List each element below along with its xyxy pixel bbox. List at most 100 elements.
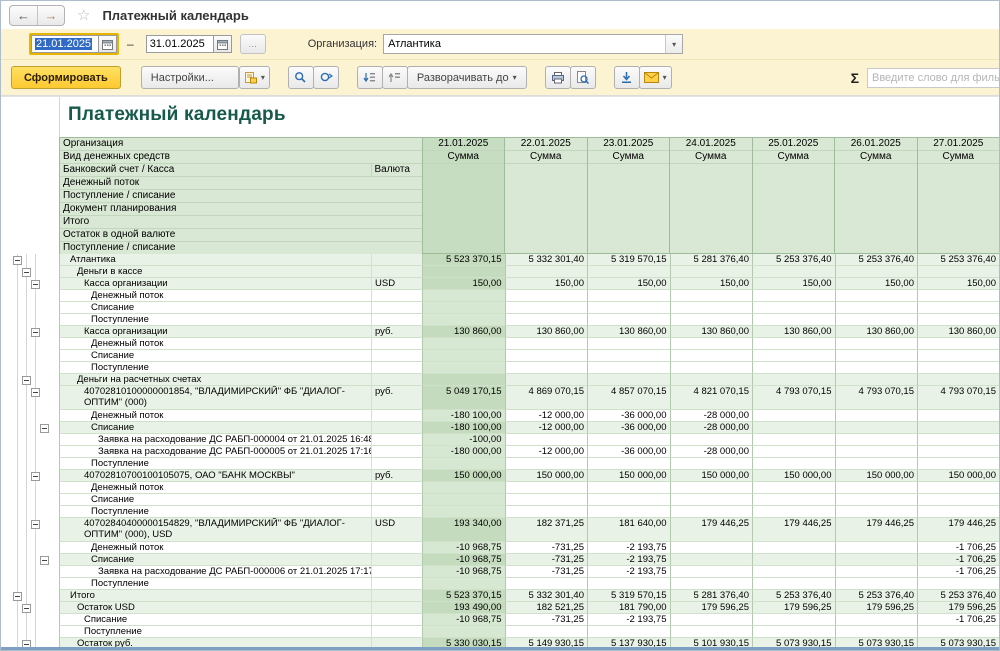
header-row[interactable]: Документ планирования [60, 203, 422, 216]
value-cell[interactable] [587, 362, 670, 374]
row-label[interactable]: Касса организации [59, 278, 371, 290]
value-cell[interactable] [422, 350, 505, 362]
value-cell[interactable]: 5 281 376,40 [670, 254, 753, 266]
collapse-icon[interactable] [22, 604, 31, 613]
row-label[interactable]: Итого [59, 590, 371, 602]
value-cell[interactable]: -731,25 [505, 566, 588, 578]
value-cell[interactable] [917, 422, 999, 434]
header-row-label[interactable]: Вид денежных средств [60, 151, 422, 163]
value-cell[interactable] [505, 578, 588, 590]
value-cell[interactable] [752, 458, 835, 470]
value-cell[interactable] [670, 542, 753, 554]
row-label[interactable]: Денежный поток [59, 290, 371, 302]
currency-cell[interactable] [371, 506, 422, 518]
value-cell[interactable]: -180 100,00 [422, 410, 505, 422]
value-cell[interactable] [835, 554, 918, 566]
value-cell[interactable]: 5 281 376,40 [670, 590, 753, 602]
value-cell[interactable]: 5 523 370,15 [422, 590, 505, 602]
value-cell[interactable] [587, 434, 670, 446]
collapse-icon[interactable] [22, 376, 31, 385]
value-cell[interactable] [752, 290, 835, 302]
currency-cell[interactable] [371, 590, 422, 602]
table-row[interactable]: Списание [1, 494, 999, 506]
value-cell[interactable] [835, 614, 918, 626]
value-cell[interactable] [917, 434, 999, 446]
header-row[interactable]: Поступление / списание [60, 190, 422, 203]
value-cell[interactable]: 181 790,00 [587, 602, 670, 614]
value-cell[interactable]: -100,00 [422, 434, 505, 446]
calendar-button-from[interactable] [99, 35, 117, 53]
currency-cell[interactable] [371, 614, 422, 626]
row-label[interactable]: Поступление [59, 458, 371, 470]
currency-cell[interactable]: руб. [371, 470, 422, 482]
currency-cell[interactable] [371, 290, 422, 302]
value-cell[interactable] [505, 290, 588, 302]
date-column-header[interactable]: 24.01.2025Сумма [669, 138, 752, 253]
value-cell[interactable] [752, 494, 835, 506]
value-cell[interactable] [835, 410, 918, 422]
value-cell[interactable]: -36 000,00 [587, 446, 670, 458]
search-button[interactable] [288, 66, 314, 89]
value-cell[interactable]: 130 860,00 [670, 326, 753, 338]
value-cell[interactable]: 5 253 376,40 [752, 590, 835, 602]
value-cell[interactable]: -2 193,75 [587, 554, 670, 566]
value-cell[interactable] [505, 314, 588, 326]
value-cell[interactable] [917, 458, 999, 470]
value-cell[interactable]: 150 000,00 [752, 470, 835, 482]
value-cell[interactable] [752, 506, 835, 518]
table-row[interactable]: Списание-10 968,75-731,25-2 193,75-1 706… [1, 614, 999, 626]
table-row[interactable]: 40702810700100105075, ОАО "БАНК МОСКВЫ"р… [1, 470, 999, 482]
column-date[interactable]: 21.01.2025 [423, 138, 505, 151]
value-cell[interactable] [835, 482, 918, 494]
value-cell[interactable] [670, 350, 753, 362]
value-cell[interactable] [752, 542, 835, 554]
value-cell[interactable]: -731,25 [505, 614, 588, 626]
table-row[interactable]: Денежный поток [1, 338, 999, 350]
value-cell[interactable] [422, 494, 505, 506]
value-cell[interactable]: -12 000,00 [505, 446, 588, 458]
value-cell[interactable] [587, 506, 670, 518]
currency-cell[interactable]: USD [371, 518, 422, 542]
table-row[interactable]: Списание-180 100,00-12 000,00-36 000,00-… [1, 422, 999, 434]
value-cell[interactable] [835, 434, 918, 446]
organization-combo[interactable]: Атлантика ▾ [383, 34, 683, 54]
value-cell[interactable] [670, 314, 753, 326]
value-cell[interactable] [670, 578, 753, 590]
value-cell[interactable]: -36 000,00 [587, 422, 670, 434]
row-label[interactable]: Денежный поток [59, 542, 371, 554]
header-row-label[interactable]: Банковский счет / Касса [60, 164, 371, 176]
value-cell[interactable]: 150,00 [670, 278, 753, 290]
value-cell[interactable] [422, 458, 505, 470]
value-cell[interactable]: 5 049 170,15 [422, 386, 505, 410]
header-row-label[interactable]: Итого [60, 216, 422, 228]
table-row[interactable]: Поступление [1, 314, 999, 326]
table-row[interactable]: Денежный поток-10 968,75-731,25-2 193,75… [1, 542, 999, 554]
value-cell[interactable] [835, 566, 918, 578]
table-row[interactable]: Поступление [1, 458, 999, 470]
value-cell[interactable] [917, 374, 999, 386]
table-row[interactable]: Денежный поток-180 100,00-12 000,00-36 0… [1, 410, 999, 422]
currency-cell[interactable] [371, 446, 422, 458]
table-row[interactable]: Денежный поток [1, 290, 999, 302]
generate-button[interactable]: Сформировать [11, 66, 121, 89]
value-cell[interactable]: 150,00 [505, 278, 588, 290]
header-row[interactable]: Денежный поток [60, 177, 422, 190]
table-row[interactable]: Итого5 523 370,155 332 301,405 319 570,1… [1, 590, 999, 602]
column-date[interactable]: 24.01.2025 [670, 138, 752, 151]
value-cell[interactable] [587, 290, 670, 302]
table-row[interactable]: 40702840400000154829, "ВЛАДИМИРСКИЙ" ФБ … [1, 518, 999, 542]
value-cell[interactable]: -12 000,00 [505, 422, 588, 434]
value-cell[interactable]: 4 793 070,15 [752, 386, 835, 410]
collapse-icon[interactable] [31, 472, 40, 481]
value-cell[interactable] [505, 302, 588, 314]
value-cell[interactable]: -10 968,75 [422, 554, 505, 566]
value-cell[interactable] [917, 314, 999, 326]
value-cell[interactable] [422, 314, 505, 326]
autosum-indicator[interactable]: Σ [851, 70, 859, 86]
value-cell[interactable] [917, 506, 999, 518]
value-cell[interactable]: -1 706,25 [917, 554, 999, 566]
column-date[interactable]: 22.01.2025 [505, 138, 587, 151]
currency-cell[interactable] [371, 410, 422, 422]
value-cell[interactable]: 179 446,25 [752, 518, 835, 542]
value-cell[interactable] [422, 290, 505, 302]
